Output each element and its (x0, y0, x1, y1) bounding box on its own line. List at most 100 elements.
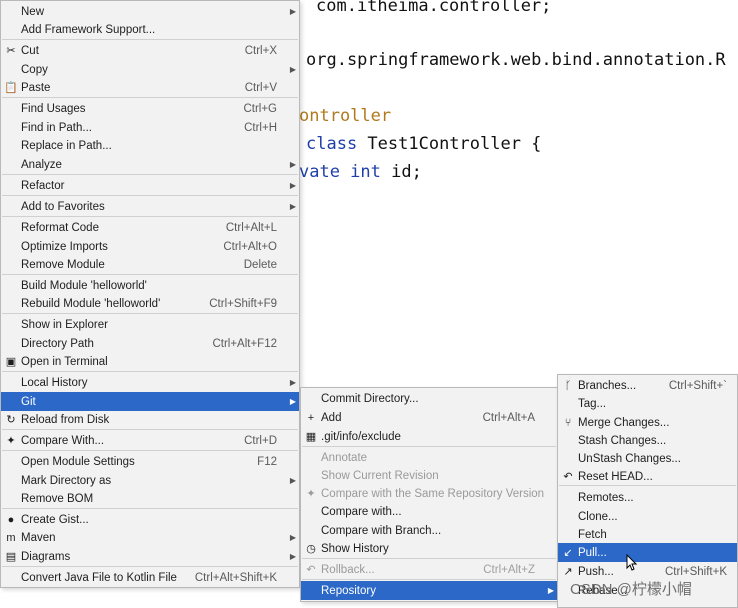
shortcut-text: Ctrl+Alt+A (482, 411, 535, 424)
code-line: class Test1Controller { (306, 134, 542, 154)
menu-item-label: Analyze (21, 158, 62, 171)
menu-separator (2, 313, 298, 314)
menu-item-add-to-favorites[interactable]: Add to Favorites ▶ (1, 197, 299, 216)
menu-item-reload-from-disk[interactable]: ↻ Reload from Disk (1, 410, 299, 429)
menu-item-compare-with[interactable]: ✦ Compare With... Ctrl+D (1, 431, 299, 450)
shortcut-text: Ctrl+Shift+F9 (209, 297, 277, 310)
menu-item-label: Pull... (578, 546, 607, 559)
menu-item-label: Clone... (578, 510, 618, 523)
shortcut-text: Ctrl+Alt+Shift+K (194, 571, 277, 584)
menu-item-label: Create Gist... (21, 513, 89, 526)
menu-item-label: Commit Directory... (321, 392, 419, 405)
menu-separator (2, 508, 298, 509)
menu-item-compare-with[interactable]: Compare with... (301, 502, 557, 521)
menu-item-label: Repository (321, 584, 376, 597)
menu-item-label: Reformat Code (21, 221, 99, 234)
menu-item-local-history[interactable]: Local History ▶ (1, 373, 299, 392)
menu-item-mark-directory-as[interactable]: Mark Directory as ▶ (1, 471, 299, 490)
menu-item-add[interactable]: + Add Ctrl+Alt+A (301, 408, 557, 427)
menu-item-show-in-explorer[interactable]: Show in Explorer (1, 315, 299, 334)
menu-item-git-info-exclude[interactable]: ▦ .git/info/exclude (301, 427, 557, 446)
menu-item-label: Convert Java File to Kotlin File (21, 571, 177, 584)
submenu-arrow-icon: ▶ (289, 378, 297, 387)
menu-item-open-module-settings[interactable]: Open Module Settings F12 (1, 452, 299, 471)
menu-item-remove-module[interactable]: Remove Module Delete (1, 255, 299, 274)
menu-item-label: Optimize Imports (21, 240, 108, 253)
menu-item-paste[interactable]: 📋 Paste Ctrl+V (1, 78, 299, 97)
menu-item-compare-with-the-same-repository-version: ✦ Compare with the Same Repository Versio… (301, 484, 557, 503)
menu-item-build-module-helloworld[interactable]: Build Module 'helloworld' (1, 276, 299, 295)
menu-item-add-framework-support[interactable]: Add Framework Support... (1, 20, 299, 39)
menu-item-replace-in-path[interactable]: Replace in Path... (1, 136, 299, 155)
menu-item-directory-path[interactable]: Directory Path Ctrl+Alt+F12 (1, 334, 299, 353)
menu-item-fetch[interactable]: Fetch (558, 525, 737, 544)
submenu-arrow-icon: ▶ (289, 397, 297, 406)
menu-item-label: Fetch (578, 528, 607, 541)
submenu-arrow-icon: ▶ (289, 476, 297, 485)
shortcut-text: Ctrl+V (244, 81, 277, 94)
watermark: CSDN @柠檬小帽 (570, 581, 692, 598)
menu-item-label: Replace in Path... (21, 139, 112, 152)
menu-item-stash-changes[interactable]: Stash Changes... (558, 431, 737, 450)
menu-item-commit-directory[interactable]: Commit Directory... (301, 389, 557, 408)
menu-item-new[interactable]: New ▶ (1, 2, 299, 21)
mouse-cursor-icon (626, 553, 638, 571)
menu-separator (2, 195, 298, 196)
shortcut-text: Delete (243, 258, 277, 271)
compare-with-icon: ✦ (6, 435, 16, 447)
code-line: org.springframework.web.bind.annotation.… (306, 50, 726, 70)
menu-item-pull[interactable]: ↙ Pull... (558, 543, 737, 562)
reset-head-icon: ↶ (563, 471, 573, 483)
menu-item-label: Show in Explorer (21, 318, 108, 331)
menu-item-label: Local History (21, 376, 88, 389)
menu-item-convert-java-file-to-kotlin-file[interactable]: Convert Java File to Kotlin File Ctrl+Alt… (1, 568, 299, 587)
menu-item-label: Git (21, 395, 36, 408)
menu-item-repository[interactable]: Repository ▶ (301, 581, 557, 600)
menu-item-optimize-imports[interactable]: Optimize Imports Ctrl+Alt+O (1, 237, 299, 256)
menu-item-label: Reset HEAD... (578, 470, 653, 483)
menu-separator (2, 274, 298, 275)
menu-item-label: Refactor (21, 179, 65, 192)
menu-item-label: Tag... (578, 397, 607, 410)
menu-item-show-history[interactable]: ◷ Show History (301, 539, 557, 558)
menu-item-cut[interactable]: ✂ Cut Ctrl+X (1, 41, 299, 60)
menu-item-open-in-terminal[interactable]: ▣ Open in Terminal (1, 352, 299, 371)
shortcut-text: Ctrl+D (244, 434, 277, 447)
menu-item-label: Directory Path (21, 337, 94, 350)
menu-item-create-gist[interactable]: ● Create Gist... (1, 510, 299, 529)
menu-item-reset-head[interactable]: ↶ Reset HEAD... (558, 467, 737, 486)
menu-item-refactor[interactable]: Refactor ▶ (1, 176, 299, 195)
menu-item-label: Reload from Disk (21, 413, 110, 426)
menu-separator (2, 216, 298, 217)
compare-with-the-same-repository-version-icon: ✦ (306, 488, 316, 500)
menu-item-copy[interactable]: Copy ▶ (1, 60, 299, 79)
paste-icon: 📋 (4, 82, 18, 94)
menu-item-git[interactable]: Git ▶ (1, 392, 299, 411)
menu-item-label: Mark Directory as (21, 474, 112, 487)
menu-item-merge-changes[interactable]: ⑂ Merge Changes... (558, 413, 737, 432)
menu-separator (2, 566, 298, 567)
menu-separator (2, 39, 298, 40)
menu-separator (2, 97, 298, 98)
menu-item-diagrams[interactable]: ▤ Diagrams ▶ (1, 547, 299, 566)
submenu-arrow-icon: ▶ (289, 533, 297, 542)
menu-item-analyze[interactable]: Analyze ▶ (1, 155, 299, 174)
menu-item-tag[interactable]: Tag... (558, 394, 737, 413)
menu-item-remove-bom[interactable]: Remove BOM (1, 489, 299, 508)
menu-item-clone[interactable]: Clone... (558, 507, 737, 526)
menu-item-find-usages[interactable]: Find Usages Ctrl+G (1, 99, 299, 118)
shortcut-text: F12 (257, 455, 277, 468)
shortcut-text: Ctrl+X (244, 44, 277, 57)
menu-item-compare-with-branch[interactable]: Compare with Branch... (301, 521, 557, 540)
menu-item-branches[interactable]: ᚴ Branches... Ctrl+Shift+` (558, 376, 737, 395)
menu-item-rebuild-module-helloworld[interactable]: Rebuild Module 'helloworld' Ctrl+Shift+F9 (1, 294, 299, 313)
menu-item-maven[interactable]: m Maven ▶ (1, 528, 299, 547)
menu-item-label: .git/info/exclude (321, 430, 401, 443)
menu-separator (2, 174, 298, 175)
shortcut-text: Ctrl+G (243, 102, 277, 115)
menu-item-remotes[interactable]: Remotes... (558, 488, 737, 507)
menu-item-find-in-path[interactable]: Find in Path... Ctrl+H (1, 118, 299, 137)
menu-item-reformat-code[interactable]: Reformat Code Ctrl+Alt+L (1, 218, 299, 237)
submenu-arrow-icon: ▶ (289, 160, 297, 169)
menu-item-unstash-changes[interactable]: UnStash Changes... (558, 449, 737, 468)
